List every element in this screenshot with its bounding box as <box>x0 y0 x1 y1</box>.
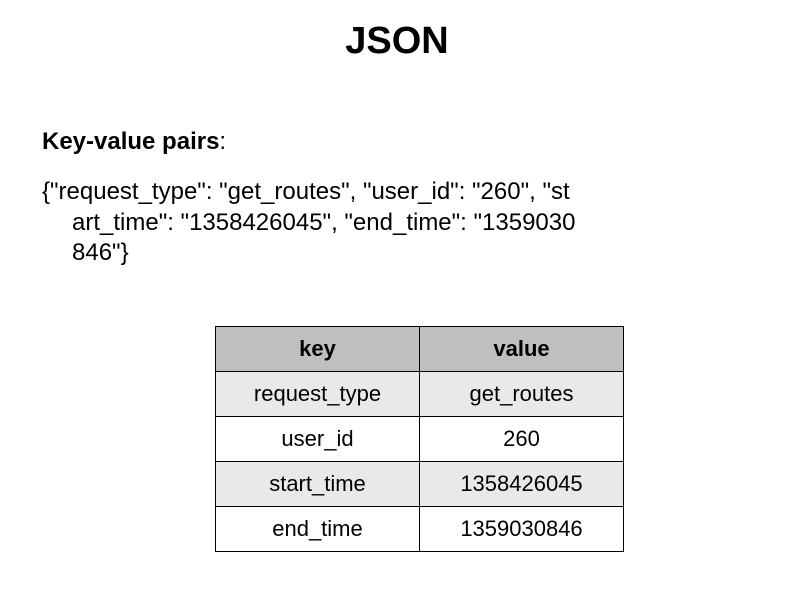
cell-key: end_time <box>216 507 420 552</box>
table-row: end_time 1359030846 <box>216 507 624 552</box>
json-line-3: 846"} <box>72 239 129 266</box>
kv-table: key value request_type get_routes user_i… <box>215 326 624 552</box>
table-row: start_time 1358426045 <box>216 462 624 507</box>
json-example: {"request_type": "get_routes", "user_id"… <box>42 177 682 269</box>
section-heading: Key-value pairs: <box>42 128 226 156</box>
col-header-value: value <box>420 327 624 372</box>
cell-value: get_routes <box>420 372 624 417</box>
json-line-2: art_time": "1358426045", "end_time": "13… <box>72 209 575 236</box>
cell-value: 1359030846 <box>420 507 624 552</box>
col-header-key: key <box>216 327 420 372</box>
cell-key: start_time <box>216 462 420 507</box>
table-row: user_id 260 <box>216 417 624 462</box>
section-heading-colon: : <box>219 128 226 155</box>
slide: JSON Key-value pairs: {"request_type": "… <box>0 0 794 595</box>
cell-value: 260 <box>420 417 624 462</box>
table-header-row: key value <box>216 327 624 372</box>
page-title: JSON <box>0 20 794 63</box>
cell-value: 1358426045 <box>420 462 624 507</box>
table-row: request_type get_routes <box>216 372 624 417</box>
cell-key: request_type <box>216 372 420 417</box>
cell-key: user_id <box>216 417 420 462</box>
json-line-1: {"request_type": "get_routes", "user_id"… <box>42 178 570 205</box>
section-heading-text: Key-value pairs <box>42 128 219 155</box>
